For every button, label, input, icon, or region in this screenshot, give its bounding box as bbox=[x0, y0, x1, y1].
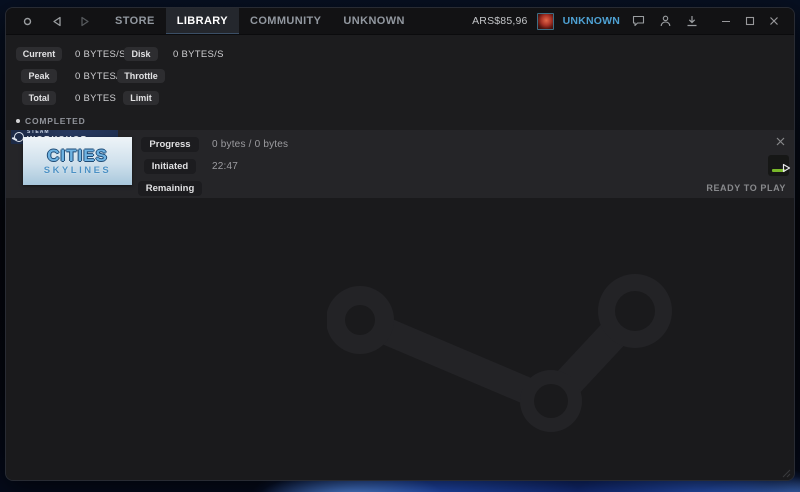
stat-disk-button[interactable]: Disk bbox=[124, 47, 158, 61]
download-fields: Progress 0 bytes / 0 bytes Initiated 22:… bbox=[137, 137, 289, 196]
close-icon[interactable] bbox=[764, 12, 784, 30]
wallet-balance[interactable]: ARS$85,96 bbox=[472, 15, 528, 27]
avatar[interactable] bbox=[536, 12, 554, 30]
initiated-button[interactable]: Initiated bbox=[143, 159, 197, 174]
progress-button[interactable]: Progress bbox=[141, 137, 199, 152]
stat-current-button[interactable]: Current bbox=[15, 47, 63, 61]
stat-total-button[interactable]: Total bbox=[21, 91, 57, 105]
stat-current-value: 0 BYTES/S bbox=[75, 48, 126, 60]
downloads-stats-panel: Current 0 BYTES/S Disk 0 BYTES/S Peak 0 … bbox=[6, 35, 794, 130]
steam-watermark-logo bbox=[327, 274, 672, 432]
minimize-icon[interactable] bbox=[716, 12, 736, 30]
stats-grid: Current 0 BYTES/S Disk 0 BYTES/S Peak 0 … bbox=[6, 35, 794, 114]
play-button[interactable] bbox=[768, 155, 790, 176]
stat-peak-button[interactable]: Peak bbox=[21, 69, 57, 83]
nav-library[interactable]: LIBRARY bbox=[165, 8, 239, 34]
stat-throttle-button[interactable]: Throttle bbox=[117, 69, 165, 83]
play-icon bbox=[776, 159, 790, 173]
downloads-icon[interactable] bbox=[683, 12, 701, 30]
completed-section-header: COMPLETED bbox=[6, 114, 794, 130]
titlebar: STORE LIBRARY COMMUNITY UNKNOWN ARS$85,9… bbox=[6, 8, 794, 35]
username[interactable]: UNKNOWN bbox=[563, 15, 620, 27]
stat-total-value: 0 BYTES bbox=[75, 92, 117, 104]
cities-skylines-logo: CITIES SKYLINES bbox=[23, 137, 132, 185]
back-icon[interactable] bbox=[48, 12, 66, 30]
initiated-value: 22:47 bbox=[212, 161, 239, 172]
game-title-line1: CITIES bbox=[47, 145, 108, 165]
game-title-line2: SKYLINES bbox=[43, 164, 112, 176]
completed-bullet-icon bbox=[16, 119, 20, 123]
chat-icon[interactable] bbox=[629, 12, 647, 30]
window-controls bbox=[716, 12, 784, 30]
resize-grip[interactable] bbox=[781, 468, 791, 478]
steam-menu-icon[interactable] bbox=[18, 12, 36, 30]
downloads-empty-area bbox=[6, 198, 794, 480]
download-card: STEAM WORKSHOP CITIES SKYLINES Progress … bbox=[6, 130, 794, 198]
progress-value: 0 bytes / 0 bytes bbox=[212, 139, 289, 150]
remaining-button[interactable]: Remaining bbox=[137, 181, 203, 196]
steam-window: STORE LIBRARY COMMUNITY UNKNOWN ARS$85,9… bbox=[5, 7, 795, 481]
stat-peak-value: 0 BYTES/S bbox=[75, 70, 126, 82]
maximize-icon[interactable] bbox=[740, 12, 760, 30]
nav-store[interactable]: STORE bbox=[104, 8, 166, 34]
game-thumbnail[interactable]: STEAM WORKSHOP CITIES SKYLINES bbox=[11, 130, 141, 192]
stat-limit-button[interactable]: Limit bbox=[123, 91, 159, 105]
forward-icon[interactable] bbox=[76, 12, 94, 30]
stat-disk-value: 0 BYTES/S bbox=[173, 48, 224, 60]
main-nav: STORE LIBRARY COMMUNITY UNKNOWN bbox=[104, 8, 416, 34]
completed-label: COMPLETED bbox=[25, 116, 86, 126]
titlebar-right: ARS$85,96 UNKNOWN bbox=[472, 12, 784, 30]
profile-icon[interactable] bbox=[656, 12, 674, 30]
card-close-icon[interactable] bbox=[773, 134, 787, 148]
ready-status-label: READY TO PLAY bbox=[706, 183, 786, 193]
nav-profile[interactable]: UNKNOWN bbox=[332, 8, 415, 34]
nav-community[interactable]: COMMUNITY bbox=[239, 8, 332, 34]
